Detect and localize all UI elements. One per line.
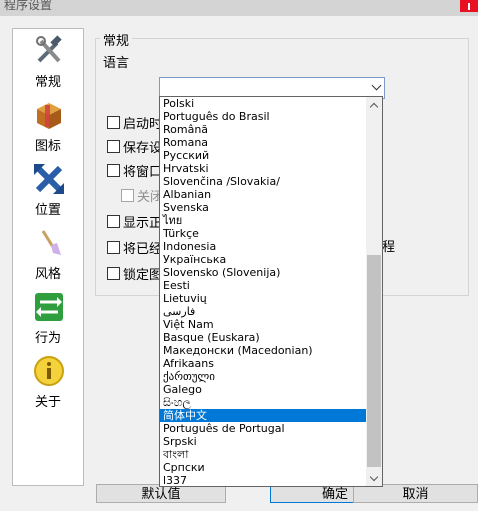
checkbox-option-3[interactable]: 将窗口 xyxy=(107,161,162,180)
close-button[interactable] xyxy=(460,0,478,12)
language-option[interactable]: Português de Portugal xyxy=(160,422,367,435)
checkbox[interactable] xyxy=(107,267,120,280)
language-label: 语言 xyxy=(103,56,130,71)
language-option[interactable]: Português do Brasil xyxy=(160,110,367,123)
checkbox-option-6[interactable]: 锁定图 xyxy=(107,264,162,283)
language-option[interactable]: Slovenčina /Slovakia/ xyxy=(160,175,367,188)
checkbox xyxy=(121,189,134,202)
sidebar-item-label: 关于 xyxy=(34,395,61,410)
checkbox-option-sub: 关闭 xyxy=(121,186,163,205)
scroll-thumb[interactable] xyxy=(367,255,381,467)
window-title: 程序设置 xyxy=(4,0,53,12)
language-dropdown: Polski Português do Brasil Română Romana Рус… xyxy=(159,96,383,487)
sidebar-item-behavior[interactable]: 行为 xyxy=(13,287,83,349)
partial-label: 程 xyxy=(382,240,396,255)
settings-sidebar: 常规 图标 位置 风格 行为 关于 xyxy=(12,28,84,486)
tools-icon xyxy=(36,35,62,63)
language-option[interactable]: Srpski xyxy=(160,435,367,448)
move-arrows-icon xyxy=(34,164,64,194)
language-option[interactable]: Albanian xyxy=(160,188,367,201)
sidebar-item-about[interactable]: 关于 xyxy=(13,351,83,413)
sidebar-item-label: 风格 xyxy=(34,267,61,282)
switch-arrows-icon xyxy=(35,293,63,321)
language-option[interactable]: Galego xyxy=(160,383,367,396)
language-option[interactable]: Afrikaans xyxy=(160,357,367,370)
language-option[interactable]: Polski xyxy=(160,97,367,110)
language-option[interactable]: Македонски (Macedonian) xyxy=(160,344,367,357)
scroll-down-button[interactable] xyxy=(366,470,382,486)
language-option[interactable]: Српски xyxy=(160,461,367,474)
sidebar-item-label: 常规 xyxy=(34,75,61,90)
info-icon xyxy=(34,356,64,386)
checkbox-label: 锁定图 xyxy=(123,268,163,283)
checkbox[interactable] xyxy=(107,164,120,177)
scroll-up-button[interactable] xyxy=(366,97,382,113)
language-option[interactable]: Romana xyxy=(160,136,367,149)
group-title: 常规 xyxy=(100,30,133,49)
brush-icon xyxy=(41,230,61,255)
language-option[interactable]: Українська xyxy=(160,253,367,266)
language-option-list: Polski Português do Brasil Română Romana Рус… xyxy=(160,97,367,486)
checkbox[interactable] xyxy=(107,140,120,153)
sidebar-item-icons[interactable]: 图标 xyxy=(13,95,83,157)
language-option[interactable]: ไทย xyxy=(160,214,367,227)
sidebar-item-label: 位置 xyxy=(34,203,61,218)
language-option[interactable]: Slovensko (Slovenija) xyxy=(160,266,367,279)
language-option[interactable]: සිංහල xyxy=(160,396,367,409)
dropdown-scrollbar[interactable] xyxy=(366,97,382,486)
language-option[interactable]: فارسی xyxy=(160,305,367,318)
language-option[interactable]: l337 xyxy=(160,474,367,486)
package-icon xyxy=(37,103,61,129)
chevron-down-icon[interactable] xyxy=(371,80,382,91)
checkbox-label: 将已经 xyxy=(123,242,163,257)
language-option[interactable]: ქართული xyxy=(160,370,367,383)
language-option[interactable]: Việt Nam xyxy=(160,318,367,331)
language-option[interactable]: 简体中文 xyxy=(160,409,367,422)
checkbox[interactable] xyxy=(107,241,120,254)
checkbox-label: 保存设 xyxy=(123,141,163,156)
language-option[interactable]: Eesti xyxy=(160,279,367,292)
language-option[interactable]: Hrvatski xyxy=(160,162,367,175)
chevron-up-icon xyxy=(369,102,379,112)
sidebar-item-general[interactable]: 常规 xyxy=(13,31,83,93)
sidebar-item-label: 行为 xyxy=(34,331,61,346)
checkbox-option-2[interactable]: 保存设 xyxy=(107,137,162,156)
language-option[interactable]: Svenska xyxy=(160,201,367,214)
checkbox[interactable] xyxy=(107,215,120,228)
checkbox-label: 将窗口 xyxy=(123,165,163,180)
language-option[interactable]: বাংলা xyxy=(160,448,367,461)
checkbox-option-5[interactable]: 将已经 xyxy=(107,238,162,257)
language-option[interactable]: Русский xyxy=(160,149,367,162)
title-bar: 程序设置 xyxy=(0,0,478,16)
sidebar-item-label: 图标 xyxy=(34,139,61,154)
sidebar-item-position[interactable]: 位置 xyxy=(13,159,83,221)
chevron-down-icon xyxy=(369,472,379,482)
language-option[interactable]: Basque (Euskara) xyxy=(160,331,367,344)
language-option[interactable]: Türkçe xyxy=(160,227,367,240)
checkbox-label: 显示正 xyxy=(123,216,163,231)
language-option[interactable]: Română xyxy=(160,123,367,136)
language-option[interactable]: Indonesia xyxy=(160,240,367,253)
checkbox-option-1[interactable]: 启动时 xyxy=(107,113,162,132)
checkbox-label: 启动时 xyxy=(123,117,163,132)
sidebar-item-style[interactable]: 风格 xyxy=(13,223,83,285)
checkbox-option-4[interactable]: 显示正 xyxy=(107,212,162,231)
checkbox[interactable] xyxy=(107,116,120,129)
language-option[interactable]: Lietuvių xyxy=(160,292,367,305)
